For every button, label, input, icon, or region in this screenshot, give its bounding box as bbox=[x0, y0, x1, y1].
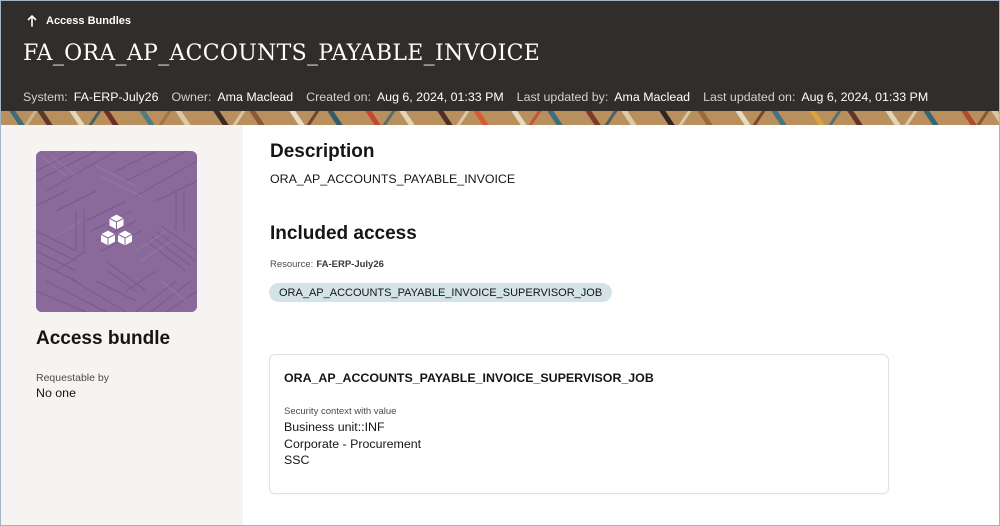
role-card-title: ORA_AP_ACCOUNTS_PAYABLE_INVOICE_SUPERVIS… bbox=[284, 371, 654, 385]
security-context-values: Business unit::INF Corporate - Procureme… bbox=[284, 419, 421, 469]
page-title: FA_ORA_AP_ACCOUNTS_PAYABLE_INVOICE bbox=[23, 41, 541, 66]
bundle-image-tile bbox=[36, 151, 197, 312]
meta-value: Aug 6, 2024, 01:33 PM bbox=[376, 90, 504, 104]
decorative-pattern-band bbox=[1, 111, 999, 125]
bundle-summary-panel: Access bundle Requestable by No one bbox=[1, 125, 243, 525]
back-link-label: Access Bundles bbox=[46, 15, 131, 27]
description-heading: Description bbox=[270, 141, 375, 162]
meta-label: Last updated by: bbox=[516, 90, 609, 104]
meta-value: Ama Maclead bbox=[614, 90, 691, 104]
requestable-by-value: No one bbox=[36, 386, 76, 400]
meta-label: Last updated on: bbox=[703, 90, 796, 104]
context-value: SSC bbox=[284, 453, 310, 467]
meta-value: FA-ERP-July26 bbox=[73, 90, 159, 104]
description-text: ORA_AP_ACCOUNTS_PAYABLE_INVOICE bbox=[270, 172, 516, 186]
security-context-label: Security context with value bbox=[284, 406, 397, 417]
resource-label: Resource: bbox=[270, 259, 314, 270]
page-header: Access Bundles FA_ORA_AP_ACCOUNTS_PAYABL… bbox=[1, 1, 999, 111]
meta-label: Owner: bbox=[171, 90, 212, 104]
meta-owner: Owner: Ama Maclead bbox=[171, 90, 293, 104]
access-role-card: ORA_AP_ACCOUNTS_PAYABLE_INVOICE_SUPERVIS… bbox=[269, 354, 889, 494]
meta-value: Aug 6, 2024, 01:33 PM bbox=[801, 90, 929, 104]
arrow-up-icon bbox=[25, 13, 39, 29]
meta-created-on: Created on: Aug 6, 2024, 01:33 PM bbox=[306, 90, 504, 104]
context-value: Corporate - Procurement bbox=[284, 436, 422, 451]
app-window: Access Bundles FA_ORA_AP_ACCOUNTS_PAYABL… bbox=[0, 0, 1000, 526]
meta-last-updated-on: Last updated on: Aug 6, 2024, 01:33 PM bbox=[703, 90, 928, 104]
meta-last-updated-by: Last updated by: Ama Maclead bbox=[517, 90, 690, 104]
meta-label: Created on: bbox=[306, 90, 371, 104]
resource-line: Resource: FA-ERP-July26 bbox=[270, 259, 384, 270]
back-to-access-bundles-link[interactable]: Access Bundles bbox=[25, 13, 131, 29]
included-access-heading: Included access bbox=[270, 223, 417, 244]
bundle-type-title: Access bundle bbox=[36, 328, 171, 349]
bundle-details: Description ORA_AP_ACCOUNTS_PAYABLE_INVO… bbox=[243, 125, 999, 525]
meta-label: System: bbox=[23, 90, 68, 104]
access-bundle-icon bbox=[100, 213, 133, 247]
context-value: Business unit::INF bbox=[284, 420, 385, 434]
requestable-by-label: Requestable by bbox=[36, 372, 109, 384]
metadata-bar: System: FA-ERP-July26 Owner: Ama Maclead C… bbox=[23, 89, 941, 105]
role-chip[interactable]: ORA_AP_ACCOUNTS_PAYABLE_INVOICE_SUPERVIS… bbox=[269, 283, 613, 302]
meta-value: Ama Maclead bbox=[217, 90, 294, 104]
resource-value: FA-ERP-July26 bbox=[316, 259, 384, 270]
meta-system: System: FA-ERP-July26 bbox=[23, 90, 158, 104]
